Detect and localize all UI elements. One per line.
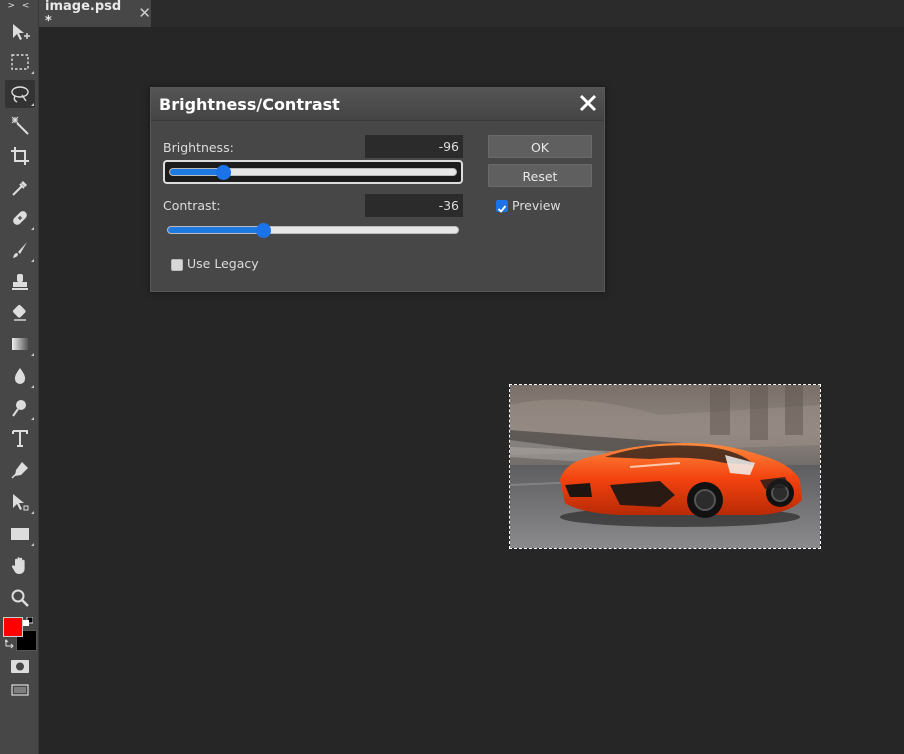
eyedropper-icon <box>12 181 27 196</box>
path-select-icon <box>13 494 29 511</box>
blur-icon <box>14 368 26 384</box>
hand-icon <box>11 557 25 574</box>
brush-icon <box>13 242 27 258</box>
use-legacy-checkbox[interactable] <box>171 259 183 271</box>
color-swatches <box>3 617 37 651</box>
move-tool[interactable] <box>5 18 35 46</box>
preview-label: Preview <box>512 198 561 213</box>
brightness-slider-thumb[interactable] <box>216 164 232 180</box>
move-tool-icon <box>13 24 30 40</box>
pen-tool[interactable] <box>5 456 35 484</box>
clone-stamp-icon <box>12 274 28 290</box>
brightness-label: Brightness: <box>163 140 234 155</box>
gradient-tool[interactable] <box>5 330 35 358</box>
blur-tool[interactable] <box>5 362 35 390</box>
magic-wand-tool[interactable] <box>5 112 35 140</box>
eraser-icon <box>13 305 26 321</box>
canvas-image[interactable] <box>509 384 821 549</box>
pen-icon <box>11 462 28 479</box>
brightness-value-input[interactable] <box>365 135 463 158</box>
healing-brush-icon <box>13 211 27 225</box>
close-icon[interactable] <box>577 92 599 114</box>
brightness-slider-track <box>169 168 457 176</box>
quick-mask-icon <box>11 660 29 673</box>
rectangle-tool-icon <box>11 528 29 540</box>
screen-mode-tool[interactable] <box>5 676 35 704</box>
zoom-tool[interactable] <box>5 584 35 612</box>
tools-panel: > < <box>0 0 39 754</box>
contrast-slider-thumb[interactable] <box>255 222 271 238</box>
clone-stamp-tool[interactable] <box>5 268 35 296</box>
default-colors-icon[interactable] <box>23 617 33 627</box>
tab-close-icon[interactable]: ✕ <box>138 6 151 21</box>
eraser-tool[interactable] <box>5 298 35 326</box>
lasso-tool[interactable] <box>5 80 35 108</box>
gradient-icon <box>12 338 28 350</box>
document-tab-label: image.psd * <box>45 0 122 29</box>
dodge-tool[interactable] <box>5 394 35 422</box>
car-photo <box>509 385 820 548</box>
type-tool[interactable] <box>5 424 35 452</box>
document-tab-bar: image.psd * ✕ <box>39 0 904 29</box>
contrast-slider-fill <box>168 227 264 233</box>
path-select-tool[interactable] <box>5 488 35 516</box>
reset-button[interactable]: Reset <box>488 164 592 187</box>
use-legacy-label: Use Legacy <box>187 256 259 271</box>
collapse-toolbar-button[interactable]: > < <box>0 0 39 12</box>
contrast-value-input[interactable] <box>365 194 463 217</box>
type-tool-icon <box>12 430 28 447</box>
swap-colors-icon[interactable] <box>5 639 15 649</box>
crop-tool[interactable] <box>5 142 35 170</box>
eyedropper-tool[interactable] <box>5 174 35 202</box>
dodge-icon <box>12 400 26 417</box>
contrast-slider-track <box>167 226 459 234</box>
crop-icon <box>11 147 29 165</box>
healing-brush-tool[interactable] <box>5 204 35 232</box>
brightness-contrast-dialog: Brightness/Contrast Brightness: Contrast… <box>150 87 605 292</box>
screen-mode-icon <box>11 684 29 696</box>
foreground-color-swatch[interactable] <box>3 617 23 637</box>
rectangle-tool[interactable] <box>5 520 35 548</box>
preview-checkbox[interactable] <box>496 200 508 213</box>
marquee-select-icon <box>11 54 29 70</box>
brush-tool[interactable] <box>5 236 35 264</box>
brightness-slider[interactable] <box>163 160 463 184</box>
zoom-icon <box>11 589 29 607</box>
lasso-icon <box>11 86 29 103</box>
document-tab[interactable]: image.psd * ✕ <box>39 0 151 29</box>
dialog-header: Brightness/Contrast <box>151 88 604 121</box>
contrast-label: Contrast: <box>163 198 221 213</box>
checkmark-icon <box>497 205 507 213</box>
ok-button[interactable]: OK <box>488 135 592 158</box>
marquee-select-tool[interactable] <box>5 48 35 76</box>
hand-tool[interactable] <box>5 552 35 580</box>
contrast-slider[interactable] <box>163 218 463 242</box>
dialog-title: Brightness/Contrast <box>159 94 340 114</box>
magic-wand-icon <box>11 116 29 135</box>
